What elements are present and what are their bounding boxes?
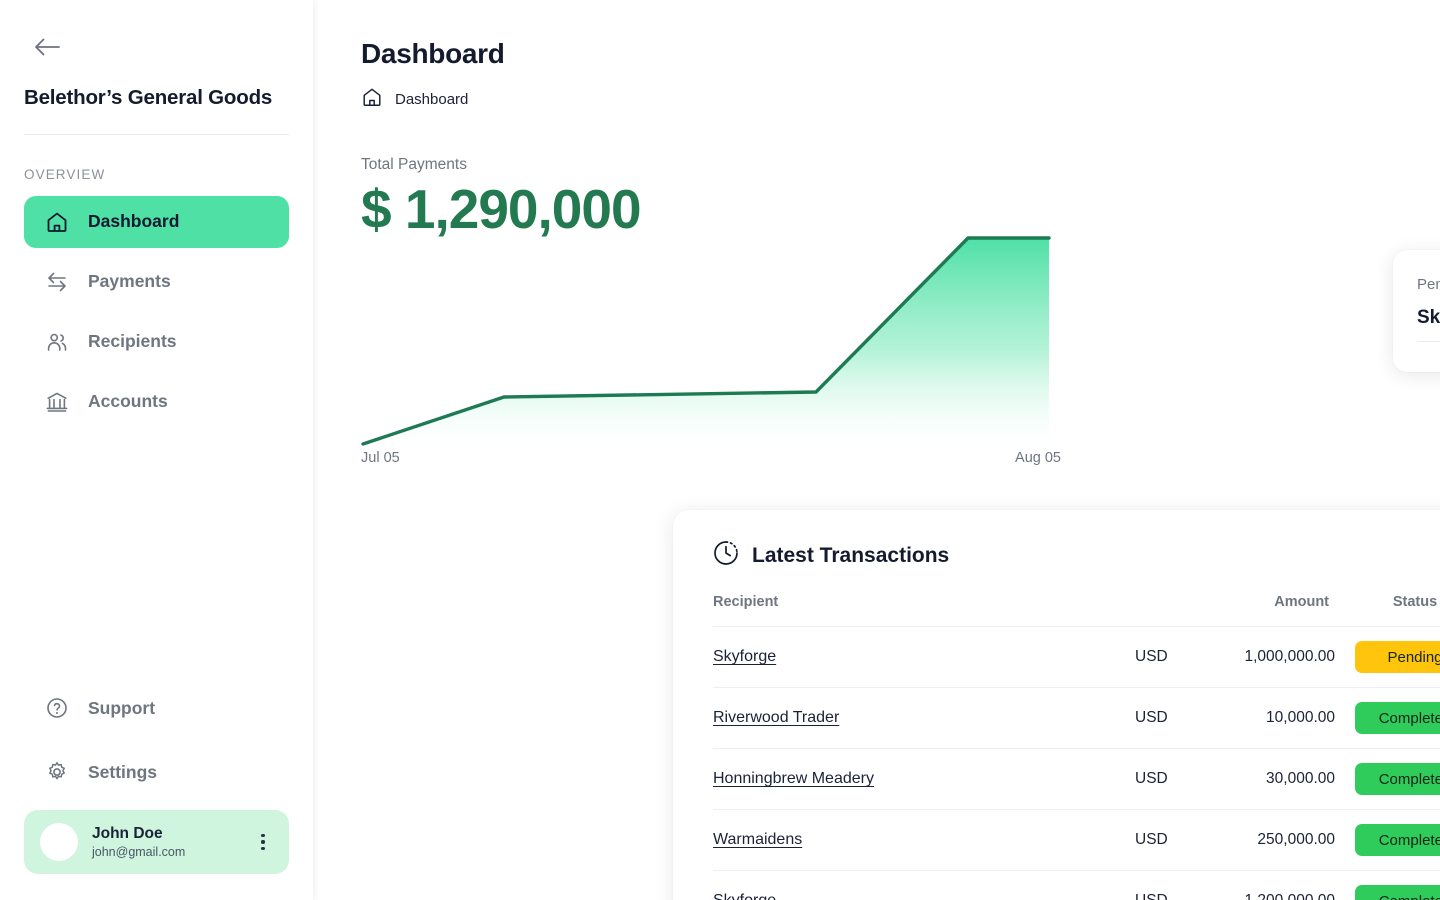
chart-x-start-label: Jul 05: [361, 450, 400, 466]
user-menu-button[interactable]: [253, 831, 273, 853]
status-badge: Completed: [1355, 763, 1440, 795]
latest-transactions-card: Latest Transactions 1 2 3 … 4: [673, 510, 1440, 900]
main-content: Dashboard Dashboard Total Payments $ 1,2…: [313, 0, 1440, 900]
status-badge: Completed: [1355, 885, 1440, 900]
cell-currency: USD: [1135, 870, 1205, 900]
question-circle-icon: [44, 695, 70, 721]
cell-recipient: Warmaidens: [713, 809, 1135, 871]
page-title: Dashboard: [361, 38, 505, 69]
pending-transaction-name: Skyforge: [1417, 307, 1440, 328]
org-title: Belethor’s General Goods: [24, 86, 273, 109]
clock-icon: [713, 540, 739, 572]
cell-currency: USD: [1135, 809, 1205, 871]
user-email: john@gmail.com: [92, 845, 186, 860]
transactions-table: Recipient Amount Status Date Skyforge USD…: [713, 594, 1440, 900]
sidebar-item-label: Payments: [88, 271, 171, 292]
area-chart-svg: [361, 236, 1051, 448]
payments-area-chart: [361, 230, 1061, 450]
users-icon: [44, 329, 70, 355]
cell-status: Pending: [1335, 626, 1440, 688]
home-icon: [44, 209, 70, 235]
table-row: Riverwood TraderUSD10,000.00Completed202…: [713, 687, 1440, 749]
sidebar-item-label: Recipients: [88, 331, 177, 352]
column-header-recipient: Recipient: [713, 594, 779, 610]
table-row: WarmaidensUSD250,000.00Completed2024-07-…: [713, 809, 1440, 871]
cell-recipient: Skyforge: [713, 870, 1135, 900]
column-header-currency: [1135, 594, 1205, 627]
area-fill: [363, 238, 1049, 448]
cell-amount: 1,000,000.00: [1205, 626, 1335, 688]
table-row: Honningbrew Meadery USD30,000.00 Completed…: [713, 748, 1440, 810]
sidebar-divider: [24, 133, 289, 135]
column-header-status: Status: [1392, 594, 1438, 610]
sidebar-item-settings[interactable]: Settings: [24, 746, 289, 798]
cell-recipient: Honningbrew Meadery: [713, 748, 1135, 810]
bank-icon: [44, 389, 70, 415]
user-card[interactable]: John Doe john@gmail.com: [24, 810, 289, 874]
cell-currency: USD: [1135, 626, 1205, 688]
sidebar-item-label: Support: [88, 697, 156, 718]
transfer-icon: [44, 269, 70, 295]
chart-axis-labels: Jul 05 Aug 05: [361, 450, 1061, 466]
sidebar-section-label: OVERVIEW: [24, 166, 106, 182]
avatar: [40, 823, 78, 861]
latest-transactions-title: Latest Transactions: [713, 540, 949, 572]
breadcrumb-label[interactable]: Dashboard: [395, 91, 468, 108]
status-badge: Completed: [1355, 702, 1440, 734]
recipient-link[interactable]: Warmaidens: [713, 831, 802, 848]
sidebar-nav: Dashboard Payments Recipients Accounts: [24, 195, 289, 428]
sidebar-item-label: Accounts: [88, 391, 168, 412]
arrow-left-icon: [35, 38, 60, 56]
back-button[interactable]: [34, 30, 68, 64]
recipient-link[interactable]: Skyforge: [713, 892, 776, 900]
pending-transactions-label: Pending Transactions: [1417, 276, 1440, 293]
user-meta: John Doe john@gmail.com: [92, 824, 239, 861]
pending-transactions-card[interactable]: Pending Transactions Skyforge: [1393, 250, 1440, 372]
cell-recipient: Riverwood Trader: [713, 687, 1135, 749]
latest-transactions-title-label: Latest Transactions: [752, 544, 950, 567]
cell-status: Completed: [1335, 809, 1440, 871]
sidebar-bottom-nav: Support Settings: [24, 682, 289, 798]
breadcrumb: Dashboard: [361, 86, 1400, 112]
cell-currency: USD: [1135, 687, 1205, 749]
sidebar-item-accounts[interactable]: Accounts: [24, 376, 289, 428]
cell-amount: 250,000.00: [1205, 809, 1335, 871]
home-icon: [361, 86, 383, 112]
sidebar-item-payments[interactable]: Payments: [24, 256, 289, 308]
recipient-link[interactable]: Skyforge: [713, 648, 776, 665]
column-header-amount: Amount: [1274, 594, 1329, 610]
user-name: John Doe: [92, 824, 163, 842]
cell-status: Completed: [1335, 748, 1440, 810]
sidebar-item-label: Dashboard: [88, 211, 180, 232]
pending-transactions-row: Skyforge: [1417, 307, 1440, 342]
sidebar-item-dashboard[interactable]: Dashboard: [24, 195, 289, 248]
cell-amount: 1,200,000.00: [1205, 870, 1335, 900]
latest-transactions-header: Latest Transactions 1 2 3 … 4: [713, 536, 1440, 576]
chart-x-end-label: Aug 05: [1015, 450, 1061, 466]
status-badge: Completed: [1355, 824, 1440, 856]
total-payments-label: Total Payments: [361, 156, 467, 173]
sidebar-item-recipients[interactable]: Recipients: [24, 316, 289, 368]
cell-status: Completed: [1335, 687, 1440, 749]
cell-recipient: Skyforge: [713, 626, 1135, 688]
recipient-link[interactable]: Riverwood Trader: [713, 709, 839, 726]
cell-amount: 30,000.00: [1205, 748, 1335, 810]
table-header-row: Recipient Amount Status Date: [713, 594, 1440, 627]
table-row: SkyforgeUSD1,000,000.00Pending2024-08-01: [713, 626, 1440, 688]
status-badge: Pending: [1355, 641, 1440, 673]
cell-amount: 10,000.00: [1205, 687, 1335, 749]
transactions-table-head: Recipient Amount Status Date: [713, 594, 1440, 627]
transactions-table-body: SkyforgeUSD1,000,000.00Pending2024-08-01…: [713, 626, 1440, 900]
recipient-link[interactable]: Honningbrew Meadery: [713, 770, 874, 787]
sidebar-item-label: Settings: [88, 761, 158, 782]
table-row: SkyforgeUSD1,200,000.00Completed2024-07-…: [713, 870, 1440, 900]
sidebar: Belethor’s General Goods OVERVIEW Dashbo…: [0, 0, 313, 900]
cell-status: Completed: [1335, 870, 1440, 900]
gear-icon: [44, 759, 70, 785]
sidebar-item-support[interactable]: Support: [24, 682, 289, 734]
cell-currency: USD: [1135, 748, 1205, 810]
app-root: Belethor’s General Goods OVERVIEW Dashbo…: [0, 0, 1440, 900]
